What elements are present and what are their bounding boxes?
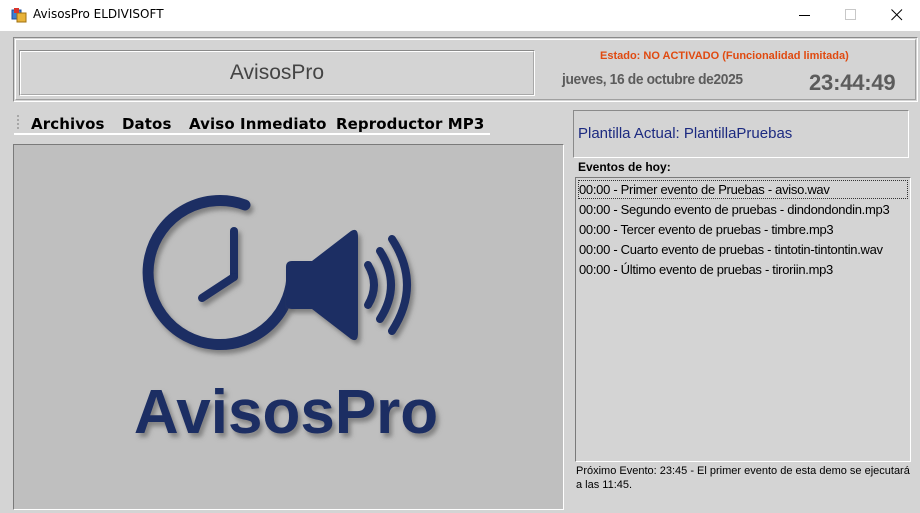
current-time: 23:44:49 (809, 70, 896, 95)
menu-reproductor-mp3[interactable]: Reproductor MP3 (336, 115, 484, 133)
list-item[interactable]: 00:00 - Segundo evento de pruebas - dind… (578, 200, 908, 219)
minimize-icon (799, 15, 810, 16)
clock-icon (142, 195, 298, 351)
list-item[interactable]: 00:00 - Último evento de pruebas - tiror… (578, 260, 908, 279)
license-status: Estado: NO ACTIVADO (Funcionalidad limit… (600, 50, 849, 62)
current-date: jueves, 16 de octubre de2025 (562, 71, 743, 88)
logo-text: AvisosPro (134, 378, 438, 447)
app-window-icon[interactable] (11, 7, 27, 23)
minimize-button[interactable] (782, 0, 828, 31)
eventos-label: Eventos de hoy: (578, 160, 671, 174)
brand-box: AvisosPro (19, 50, 535, 96)
plantilla-box: Plantilla Actual: PlantillaPruebas (573, 110, 909, 158)
maximize-button (828, 0, 874, 31)
menu-datos[interactable]: Datos (122, 115, 171, 133)
client-area: AvisosPro Estado: NO ACTIVADO (Funcional… (0, 31, 920, 513)
menu-grip[interactable] (17, 114, 19, 130)
logo-panel: AvisosPro (13, 144, 564, 510)
window-title: AvisosPro ELDIVISOFT (33, 7, 164, 21)
brand-title: AvisosPro (229, 61, 325, 84)
avisospro-logo: AvisosPro (134, 195, 438, 447)
menu-aviso-inmediato[interactable]: Aviso Inmediato (189, 115, 327, 133)
plantilla-label: Plantilla Actual: PlantillaPruebas (578, 125, 793, 142)
menu-archivos[interactable]: Archivos (31, 115, 105, 133)
close-icon (891, 9, 903, 21)
close-button[interactable] (874, 0, 920, 31)
speaker-icon (286, 229, 411, 341)
maximize-icon (845, 9, 856, 20)
title-bar[interactable]: AvisosPro ELDIVISOFT (0, 0, 920, 31)
list-item[interactable]: 00:00 - Primer evento de Pruebas - aviso… (578, 180, 908, 199)
next-event-text: Próximo Evento: 23:45 - El primer evento… (576, 465, 910, 491)
header-panel: AvisosPro Estado: NO ACTIVADO (Funcional… (13, 37, 918, 102)
eventos-list[interactable]: 00:00 - Primer evento de Pruebas - aviso… (575, 177, 911, 462)
list-item[interactable]: 00:00 - Tercer evento de pruebas - timbr… (578, 220, 908, 239)
menu-strip: Archivos Datos Aviso Inmediato Reproduct… (14, 111, 490, 135)
list-item[interactable]: 00:00 - Cuarto evento de pruebas - tinto… (578, 240, 908, 259)
